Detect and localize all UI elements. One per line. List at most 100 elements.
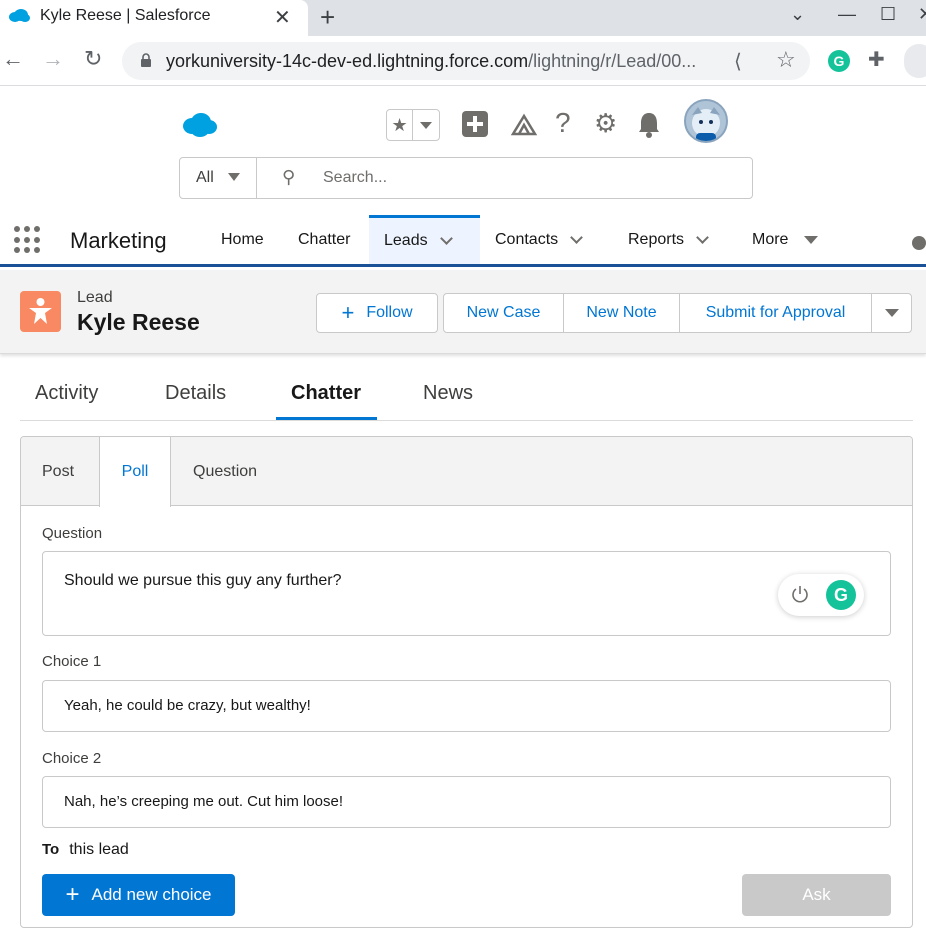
publisher-tab-label: Question [193,462,258,480]
publisher-tab-post[interactable]: Post [42,437,74,506]
publisher-tabs: Post Poll Question [21,437,912,507]
lead-person-icon [29,298,52,324]
follow-label: Follow [366,304,413,321]
nav-item-home[interactable]: Home [221,215,264,264]
back-icon[interactable]: ← [2,46,24,72]
info-icon[interactable] [912,236,926,250]
search-icon: ⚲ [282,167,296,187]
bookmark-star-icon[interactable]: ☆ [776,47,796,73]
trailhead-icon[interactable] [510,110,538,138]
choice2-field[interactable]: Nah, he’s creeping me out. Cut him loose… [42,776,891,828]
choice1-label: Choice 1 [42,653,102,670]
nav-item-leads[interactable]: Leads [369,215,480,264]
help-icon[interactable]: ? [555,107,571,139]
browser-menu-icon[interactable] [904,44,926,78]
browser-tab-title: Kyle Reese | Salesforce [40,7,211,24]
chevron-down-icon [228,173,240,181]
nav-item-chatter[interactable]: Chatter [298,215,350,264]
choice2-value: Nah, he’s creeping me out. Cut him loose… [64,793,344,810]
app-launcher-icon[interactable] [14,226,42,254]
to-value: this lead [69,841,129,858]
reload-icon[interactable]: ↻ [84,46,102,72]
nav-item-label: Reports [628,230,685,248]
record-tabs: Activity Details Chatter News [20,370,913,421]
chevron-down-icon[interactable] [439,232,453,245]
add-new-choice-button[interactable]: + Add new choice [42,874,235,916]
new-case-label: New Case [466,304,541,321]
notifications-bell-icon[interactable] [637,110,661,138]
grammarly-widget[interactable]: G [778,574,864,616]
favorites-star-icon[interactable]: ★ [387,110,414,140]
publisher-tab-poll[interactable]: Poll [99,437,171,507]
submit-for-approval-button[interactable]: Submit for Approval [679,293,872,333]
url-host: yorkuniversity-14c-dev-ed.lightning.forc… [166,51,529,71]
grammarly-extension-icon[interactable]: G [828,50,850,72]
browser-tabstrip: Kyle Reese | Salesforce ✕ + ⌄ — ☐ ✕ [0,0,926,36]
search-scope-label: All [196,169,214,186]
grammarly-icon[interactable]: G [826,580,856,610]
global-actions-icon[interactable] [461,110,489,138]
publisher-tab-label: Post [42,462,75,480]
nav-item-label: Home [221,230,264,248]
favorites-dropdown-icon[interactable] [413,110,439,140]
salesforce-logo-icon[interactable] [182,112,218,138]
publisher-tab-label: Poll [121,463,149,480]
nav-item-reports[interactable]: Reports [628,215,709,264]
lock-icon [141,53,151,67]
close-window-icon[interactable]: ✕ [918,4,926,25]
add-choice-label: Add new choice [91,885,212,904]
extensions-puzzle-icon[interactable]: ✚ [868,47,885,72]
record-type-label: Lead [77,289,113,306]
plus-icon: + [65,881,80,908]
more-actions-button[interactable] [871,293,912,333]
nav-item-label: Contacts [495,230,559,248]
follow-button[interactable]: + Follow [316,293,438,333]
new-note-label: New Note [586,304,657,321]
record-name: Kyle Reese [77,309,200,335]
tab-details[interactable]: Details [165,382,226,405]
choice1-field[interactable]: Yeah, he could be crazy, but wealthy! [42,680,891,732]
app-navigation: Marketing Home Chatter Leads Contacts Re… [0,215,926,267]
plus-icon: + [341,300,355,325]
tab-chatter[interactable]: Chatter [291,382,361,405]
tab-news[interactable]: News [423,382,473,405]
chatter-publisher: Post Poll Question Question Should we pu… [20,436,913,928]
salesforce-favicon-icon [9,9,30,22]
chevron-down-icon[interactable] [570,230,584,244]
new-note-button[interactable]: New Note [563,293,680,333]
to-label: To [42,841,60,858]
close-tab-icon[interactable]: ✕ [274,5,291,30]
nav-item-contacts[interactable]: Contacts [495,215,584,264]
nav-item-more[interactable]: More [752,215,819,264]
app-name: Marketing [70,228,167,253]
question-value: Should we pursue this guy any further? [64,572,342,589]
share-icon[interactable]: ⟨ [734,49,742,74]
active-tab-indicator [276,417,377,420]
new-tab-icon[interactable]: + [320,2,335,33]
user-avatar[interactable] [684,99,728,143]
maximize-icon[interactable]: ☐ [880,4,896,25]
search-scope-dropdown[interactable]: All [180,158,257,198]
minimize-icon[interactable]: — [838,4,856,25]
favorites-button-group: ★ [386,109,440,141]
lead-icon [20,291,61,332]
publisher-tab-question[interactable]: Question [193,437,257,506]
address-bar[interactable]: yorkuniversity-14c-dev-ed.lightning.forc… [122,42,810,80]
tab-search-icon[interactable]: ⌄ [790,4,805,25]
browser-tab[interactable]: Kyle Reese | Salesforce ✕ [0,0,308,36]
global-search: All ⚲ [179,157,753,199]
chevron-down-icon[interactable] [696,230,709,244]
ask-button[interactable]: Ask [742,874,891,916]
choice1-value: Yeah, he could be crazy, but wealthy! [64,697,311,714]
nav-item-label: Chatter [298,230,351,248]
search-input[interactable] [323,166,723,190]
forward-icon[interactable]: → [42,46,64,72]
record-header: Lead Kyle Reese + Follow New Case New Not… [0,270,926,354]
question-label: Question [42,525,103,542]
question-field[interactable]: Should we pursue this guy any further? G [42,551,891,636]
setup-gear-icon[interactable]: ⚙ [594,108,617,139]
power-icon[interactable] [790,584,810,604]
tab-activity[interactable]: Activity [35,382,98,405]
caret-down-icon [804,235,819,244]
new-case-button[interactable]: New Case [443,293,564,333]
